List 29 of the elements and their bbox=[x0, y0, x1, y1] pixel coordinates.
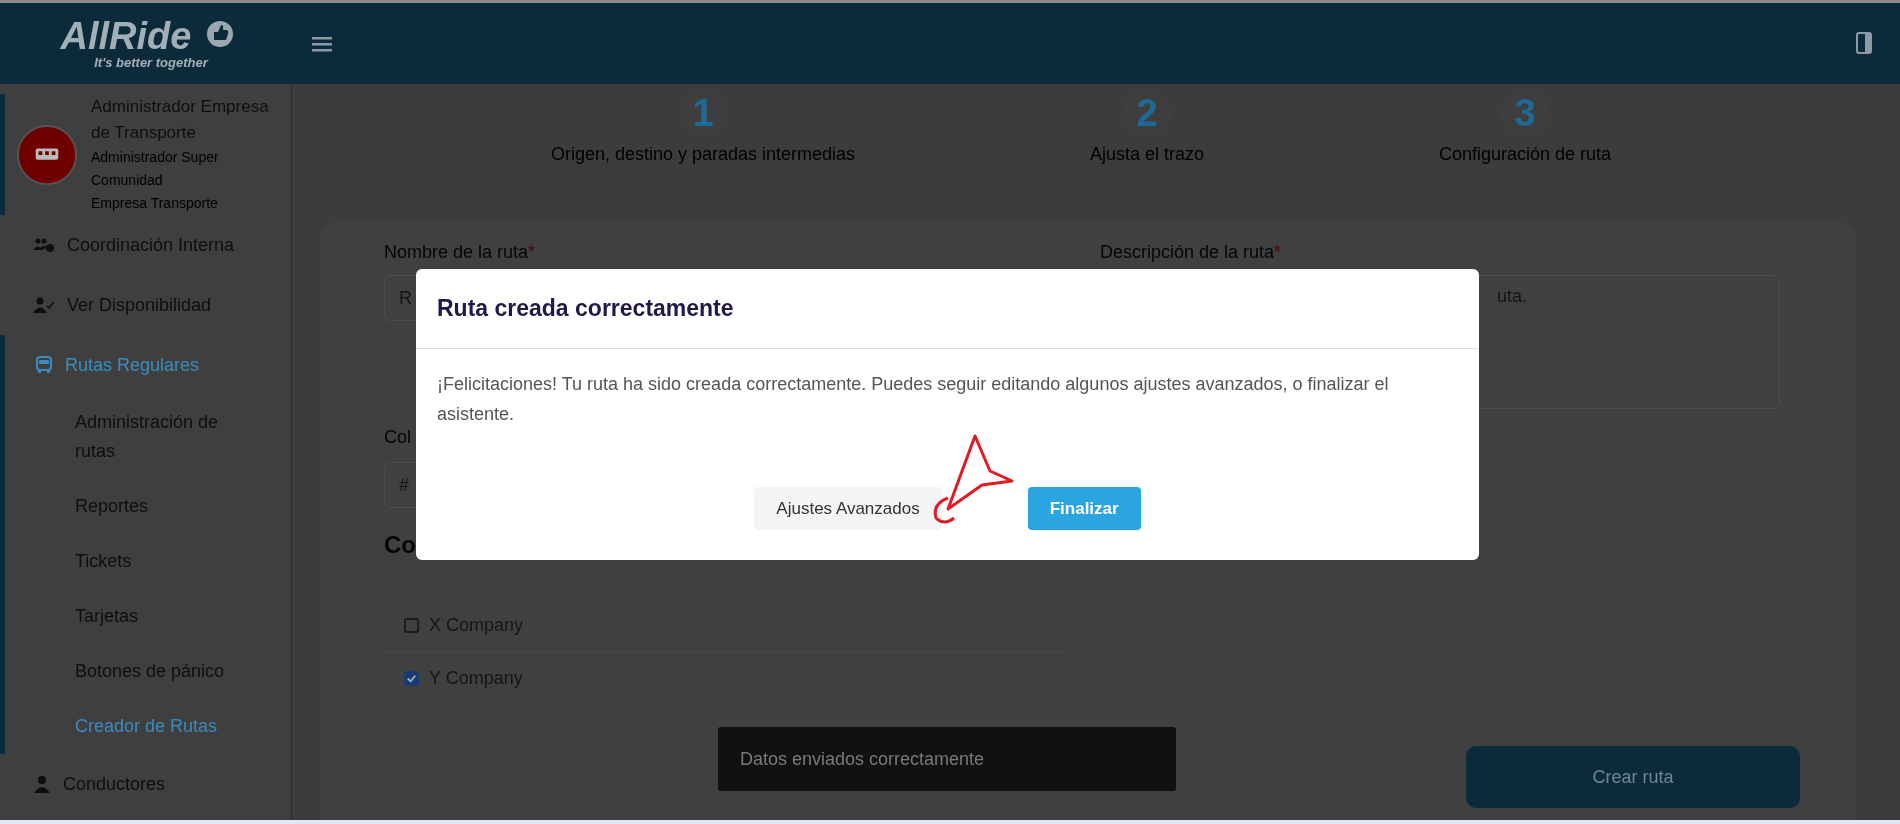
step-label: Origen, destino y paradas intermedias bbox=[550, 144, 856, 165]
group-icon bbox=[33, 237, 55, 253]
dialog-message: ¡Felicitaciones! Tu ruta ha sido creada correctamente. Puedes seguir editando algunos ajustes avanzados, o finalizar el asistente. bbox=[437, 373, 1390, 426]
advanced-settings-button[interactable]: Ajustes Avanzados bbox=[754, 487, 942, 530]
dialog-title: Ruta creada correctamente bbox=[416, 269, 1479, 349]
checkbox[interactable] bbox=[404, 670, 419, 686]
field-label: Descripción de la ruta* bbox=[1100, 242, 1282, 263]
section-heading: Co bbox=[384, 531, 416, 559]
sidebar-item[interactable]: Rutas Regulares bbox=[5, 335, 291, 395]
logo: AllRide bbox=[60, 17, 192, 55]
toast-message: Datos enviados correctamente bbox=[740, 748, 985, 770]
step-label: Configuración de ruta bbox=[1438, 144, 1612, 165]
bus-icon bbox=[35, 356, 53, 374]
thumbs-up-icon bbox=[205, 19, 235, 49]
bus-avatar-icon bbox=[17, 122, 77, 187]
field-label: Col bbox=[384, 427, 411, 448]
user-role: Administrador Super Comunidad bbox=[91, 148, 220, 190]
field-label: Nombre de la ruta* bbox=[384, 242, 536, 263]
tagline: It's better together bbox=[94, 55, 208, 70]
user-check-icon bbox=[33, 297, 55, 313]
sidebar-subitem[interactable]: Creador de Rutas bbox=[5, 699, 291, 754]
user-role: Empresa Transporte bbox=[91, 194, 219, 213]
panel-icon[interactable] bbox=[1856, 32, 1872, 54]
checkbox[interactable] bbox=[404, 618, 419, 633]
person-icon bbox=[33, 775, 51, 793]
finish-button[interactable]: Finalizar bbox=[1027, 487, 1141, 530]
create-route-button[interactable]: Crear ruta bbox=[1466, 746, 1800, 808]
step-label: Ajusta el trazo bbox=[1089, 144, 1205, 165]
menu-icon[interactable] bbox=[312, 35, 332, 52]
